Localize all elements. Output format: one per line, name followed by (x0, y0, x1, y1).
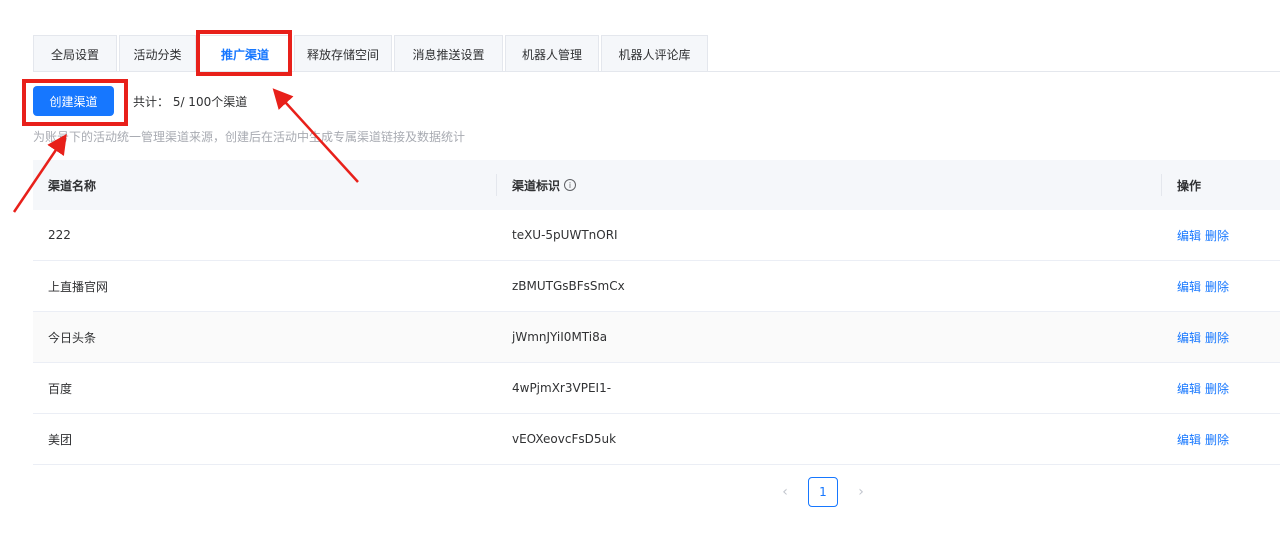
delete-link[interactable]: 删除 (1205, 278, 1229, 295)
edit-link[interactable]: 编辑 (1177, 278, 1201, 295)
channel-code: jWmnJYiI0MTi8a (512, 330, 608, 344)
row-actions: 编辑 删除 (1177, 363, 1233, 413)
delete-link[interactable]: 删除 (1205, 380, 1229, 397)
channel-code: 4wPjmXr3VPEI1- (512, 381, 612, 395)
column-header-code-label: 渠道标识 (512, 178, 561, 193)
column-header-actions: 操作 (1177, 178, 1202, 193)
table-row: 百度 4wPjmXr3VPEI1- 编辑 删除 (33, 363, 1280, 414)
column-divider (1161, 174, 1162, 196)
table-row: 222 teXU-5pUWTnORI 编辑 删除 (33, 210, 1280, 261)
channel-code: teXU-5pUWTnORI (512, 228, 618, 242)
next-page-icon[interactable]: › (851, 477, 871, 507)
column-divider (496, 174, 497, 196)
table-row: 今日头条 jWmnJYiI0MTi8a 编辑 删除 (33, 312, 1280, 363)
channel-code: zBMUTGsBFsSmCx (512, 279, 625, 293)
tab-robot-management[interactable]: 机器人管理 (505, 35, 599, 72)
row-actions: 编辑 删除 (1177, 312, 1233, 362)
column-header-name: 渠道名称 (48, 178, 97, 193)
info-icon[interactable]: i (564, 179, 577, 191)
edit-link[interactable]: 编辑 (1177, 431, 1201, 448)
channel-table: 渠道名称 渠道标识 i 操作 222 teXU-5pUWTnORI 编辑 删除 … (33, 160, 1280, 465)
tab-promotion-channels[interactable]: 推广渠道 (198, 35, 292, 72)
tabs-divider (33, 71, 1280, 72)
edit-link[interactable]: 编辑 (1177, 227, 1201, 244)
channel-code: vEOXeovcFsD5uk (512, 432, 617, 446)
table-row: 上直播官网 zBMUTGsBFsSmCx 编辑 删除 (33, 261, 1280, 312)
column-header-code: 渠道标识 i (512, 160, 577, 210)
table-row: 美团 vEOXeovcFsD5uk 编辑 删除 (33, 414, 1280, 465)
channel-name: 百度 (48, 381, 73, 396)
settings-tabs: 全局设置 活动分类 推广渠道 释放存储空间 消息推送设置 机器人管理 机器人评论… (33, 35, 710, 72)
page-description: 为账号下的活动统一管理渠道来源，创建后在活动中生成专属渠道链接及数据统计 (33, 130, 466, 144)
channel-name: 222 (48, 228, 71, 242)
delete-link[interactable]: 删除 (1205, 431, 1229, 448)
table-header: 渠道名称 渠道标识 i 操作 (33, 160, 1280, 210)
prev-page-icon[interactable]: ‹ (775, 477, 795, 507)
delete-link[interactable]: 删除 (1205, 329, 1229, 346)
channel-name: 美团 (48, 432, 73, 447)
create-channel-button[interactable]: 创建渠道 (33, 86, 114, 116)
row-actions: 编辑 删除 (1177, 414, 1233, 464)
tab-message-push[interactable]: 消息推送设置 (394, 35, 503, 72)
channel-name: 上直播官网 (48, 279, 109, 294)
row-actions: 编辑 删除 (1177, 210, 1233, 260)
edit-link[interactable]: 编辑 (1177, 329, 1201, 346)
page-number-button[interactable]: 1 (808, 477, 838, 507)
tab-activity-category[interactable]: 活动分类 (119, 35, 196, 72)
pagination: ‹ 1 › (775, 477, 871, 507)
tab-global-settings[interactable]: 全局设置 (33, 35, 117, 72)
delete-link[interactable]: 删除 (1205, 227, 1229, 244)
tab-robot-comment-library[interactable]: 机器人评论库 (601, 35, 708, 72)
channel-total-count: 共计： 5/ 100个渠道 (133, 95, 248, 109)
row-actions: 编辑 删除 (1177, 261, 1233, 311)
edit-link[interactable]: 编辑 (1177, 380, 1201, 397)
tab-free-storage[interactable]: 释放存储空间 (294, 35, 392, 72)
channel-name: 今日头条 (48, 330, 97, 345)
